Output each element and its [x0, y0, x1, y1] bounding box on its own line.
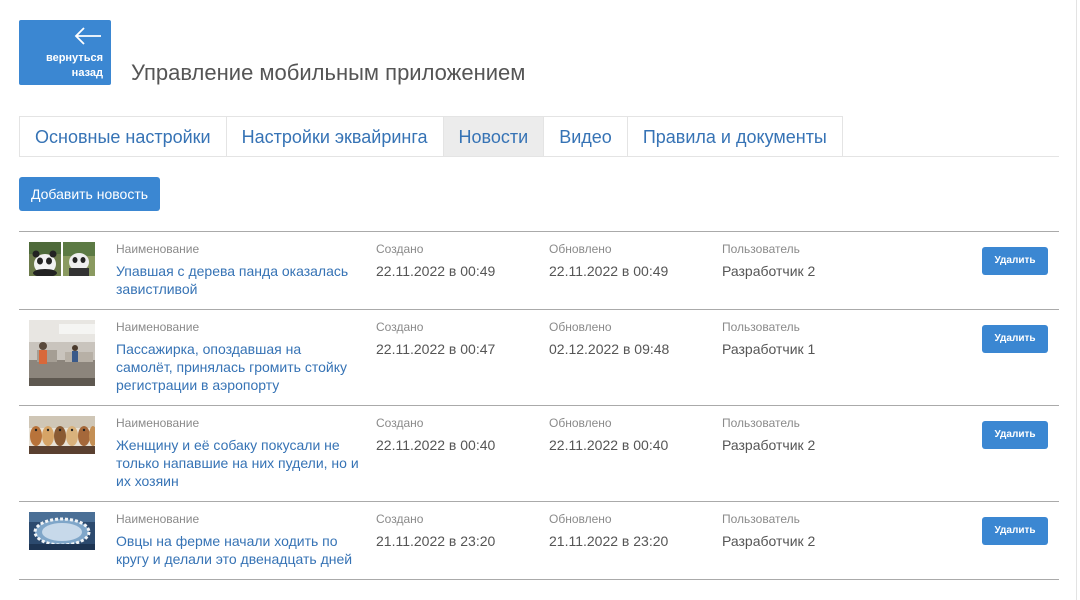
arrow-left-icon: [74, 27, 101, 45]
news-thumbnail: [29, 512, 95, 550]
user-value: Разработчик 2: [722, 437, 816, 453]
name-label: Наименование: [116, 320, 200, 334]
news-thumbnail: [29, 416, 95, 454]
news-updated-cell: Обновлено 02.12.2022 в 09:48: [549, 320, 669, 358]
news-created-cell: Создано 22.11.2022 в 00:49: [376, 242, 495, 280]
news-row: Наименование Пассажирка, опоздавшая на с…: [19, 310, 1059, 406]
tab-main-settings[interactable]: Основные настройки: [19, 116, 227, 156]
panda-photo-icon: [29, 242, 95, 276]
updated-value: 21.11.2022 в 23:20: [549, 533, 669, 549]
poodles-photo-icon: [29, 416, 95, 454]
created-value: 22.11.2022 в 00:49: [376, 263, 496, 279]
created-label: Создано: [376, 242, 424, 256]
scrollbar-edge: [1076, 0, 1077, 600]
news-thumbnail: [29, 242, 95, 276]
back-button-label: вернуться назад: [45, 52, 103, 79]
sheep-circle-photo-icon: [29, 512, 95, 550]
delete-button[interactable]: Удалить: [982, 325, 1048, 353]
user-label: Пользователь: [722, 512, 800, 526]
add-news-button[interactable]: Добавить новость: [19, 177, 160, 211]
news-name-cell: Наименование Упавшая с дерева панда оказ…: [116, 242, 361, 298]
created-value: 22.11.2022 в 00:40: [376, 437, 496, 453]
updated-label: Обновлено: [549, 320, 612, 334]
delete-button[interactable]: Удалить: [982, 517, 1048, 545]
news-user-cell: Пользователь Разработчик 2: [722, 512, 815, 550]
news-title-link[interactable]: Овцы на ферме начали ходить по кругу и д…: [116, 532, 361, 568]
created-value: 22.11.2022 в 00:47: [376, 341, 496, 357]
delete-button[interactable]: Удалить: [982, 247, 1048, 275]
user-value: Разработчик 1: [722, 341, 816, 357]
back-button[interactable]: вернуться назад: [19, 20, 111, 85]
updated-value: 22.11.2022 в 00:49: [549, 263, 669, 279]
created-label: Создано: [376, 512, 424, 526]
tab-news[interactable]: Новости: [442, 116, 545, 156]
name-label: Наименование: [116, 416, 200, 430]
news-updated-cell: Обновлено 22.11.2022 в 00:40: [549, 416, 668, 454]
news-list: Наименование Упавшая с дерева панда оказ…: [19, 231, 1059, 580]
created-label: Создано: [376, 320, 424, 334]
news-title-link[interactable]: Женщину и её собаку покусали не только н…: [116, 436, 361, 490]
tab-rules-documents[interactable]: Правила и документы: [626, 116, 843, 156]
user-value: Разработчик 2: [722, 263, 816, 279]
created-label: Создано: [376, 416, 424, 430]
tab-video[interactable]: Видео: [543, 116, 628, 156]
updated-label: Обновлено: [549, 242, 612, 256]
news-user-cell: Пользователь Разработчик 2: [722, 416, 815, 454]
news-row: Наименование Женщину и её собаку покусал…: [19, 406, 1059, 502]
tab-acquiring-settings[interactable]: Настройки эквайринга: [225, 116, 444, 156]
news-name-cell: Наименование Женщину и её собаку покусал…: [116, 416, 361, 490]
name-label: Наименование: [116, 512, 200, 526]
delete-button[interactable]: Удалить: [982, 421, 1048, 449]
page-title: Управление мобильным приложением: [131, 60, 526, 85]
news-name-cell: Наименование Пассажирка, опоздавшая на с…: [116, 320, 361, 394]
updated-label: Обновлено: [549, 512, 612, 526]
news-title-link[interactable]: Пассажирка, опоздавшая на самолёт, приня…: [116, 340, 361, 394]
news-title-link[interactable]: Упавшая с дерева панда оказалась завистл…: [116, 262, 361, 298]
news-updated-cell: Обновлено 21.11.2022 в 23:20: [549, 512, 668, 550]
news-user-cell: Пользователь Разработчик 1: [722, 320, 815, 358]
updated-value: 02.12.2022 в 09:48: [549, 341, 670, 357]
news-created-cell: Создано 22.11.2022 в 00:40: [376, 416, 495, 454]
news-row: Наименование Овцы на ферме начали ходить…: [19, 502, 1059, 580]
created-value: 21.11.2022 в 23:20: [376, 533, 496, 549]
news-name-cell: Наименование Овцы на ферме начали ходить…: [116, 512, 361, 568]
news-created-cell: Создано 22.11.2022 в 00:47: [376, 320, 495, 358]
user-label: Пользователь: [722, 416, 800, 430]
news-row: Наименование Упавшая с дерева панда оказ…: [19, 232, 1059, 310]
name-label: Наименование: [116, 242, 200, 256]
news-thumbnail: [29, 320, 95, 386]
tab-bar: Основные настройки Настройки эквайринга …: [19, 116, 1059, 157]
updated-label: Обновлено: [549, 416, 612, 430]
user-value: Разработчик 2: [722, 533, 816, 549]
user-label: Пользователь: [722, 320, 800, 334]
page: вернуться назад Управление мобильным при…: [0, 0, 1080, 600]
news-user-cell: Пользователь Разработчик 2: [722, 242, 815, 280]
user-label: Пользователь: [722, 242, 800, 256]
updated-value: 22.11.2022 в 00:40: [549, 437, 669, 453]
news-updated-cell: Обновлено 22.11.2022 в 00:49: [549, 242, 668, 280]
airport-photo-icon: [29, 320, 95, 386]
news-created-cell: Создано 21.11.2022 в 23:20: [376, 512, 495, 550]
